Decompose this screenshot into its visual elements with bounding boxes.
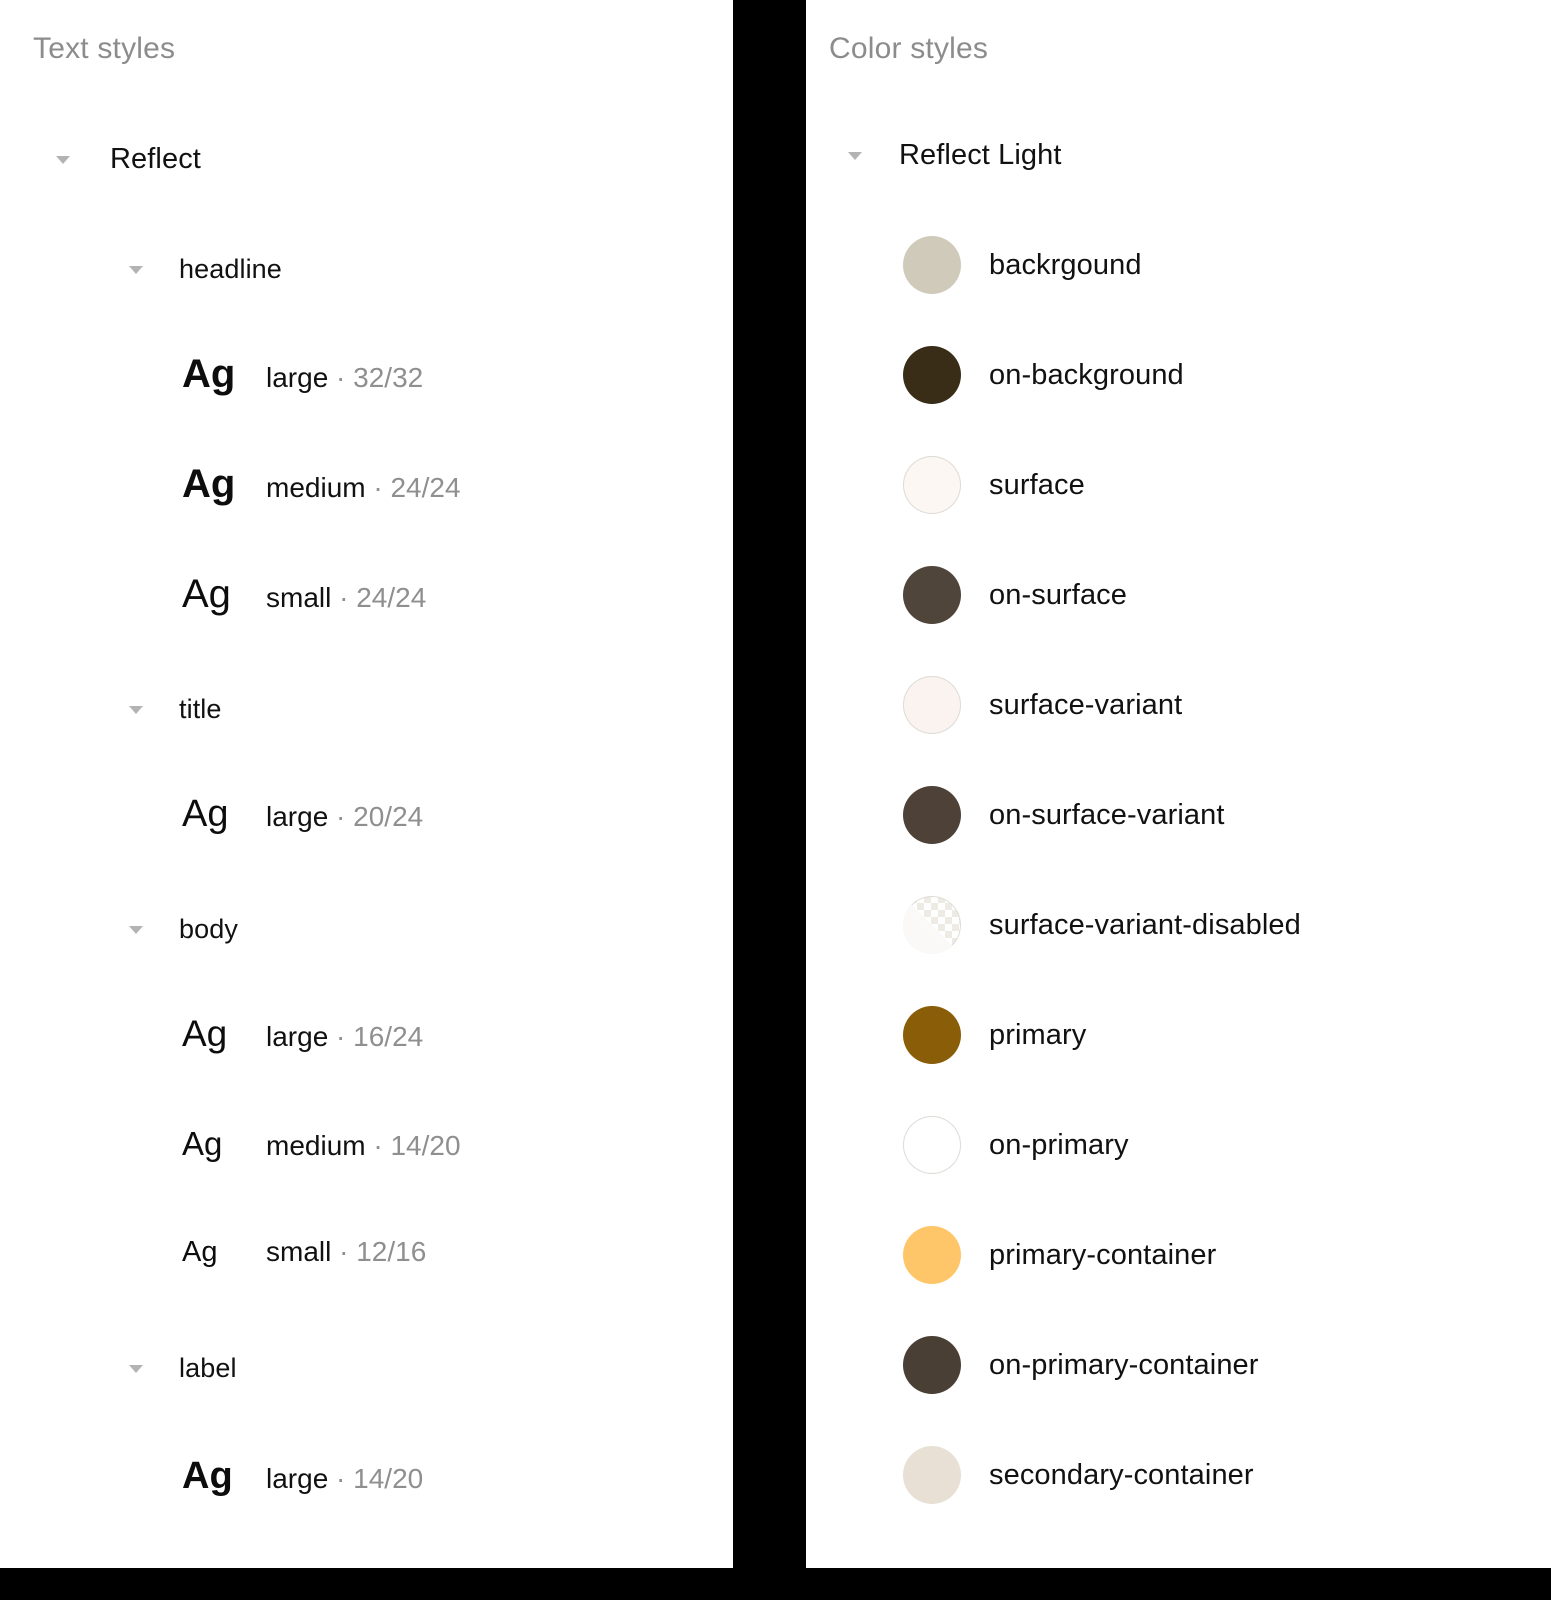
type-sample-ag: Ag [182,1013,228,1054]
color-style-name: on-background [989,358,1184,391]
color-swatch-icon[interactable] [903,1226,961,1284]
text-style-separator: · [336,1021,346,1052]
color-style-row[interactable]: on-surface [903,566,1127,624]
color-style-row[interactable]: primary-container [903,1226,1216,1284]
color-style-name: surface-variant [989,688,1183,721]
text-style-metrics: 14/20 [353,1463,424,1494]
color-style-name: secondary-container [989,1458,1254,1491]
tree-node-reflect[interactable]: Reflect [52,137,201,181]
text-style-metrics: 12/16 [356,1236,427,1267]
text-style-metrics: 20/24 [353,801,424,832]
tree-group-label-group[interactable]: label [125,1346,237,1390]
text-style-item[interactable]: Ag large · 32/32 [182,352,423,397]
text-style-item[interactable]: Ag large · 14/20 [182,1455,423,1498]
color-style-row[interactable]: surface-variant-disabled [903,896,1301,954]
type-sample-ag: Ag [182,352,236,396]
text-style-separator: · [336,362,346,393]
color-swatch-icon[interactable] [903,1446,961,1504]
color-style-row[interactable]: primary [903,1006,1086,1064]
type-sample-ag: Ag [182,572,231,616]
color-swatch-icon[interactable] [903,896,961,954]
text-style-separator: · [336,1463,346,1494]
text-style-name: large [266,362,329,393]
chevron-down-icon[interactable] [52,148,74,170]
text-styles-panel: Text styles Reflect headline Ag large · … [0,0,733,1568]
color-style-row[interactable]: on-primary-container [903,1336,1259,1394]
color-style-name: on-primary [989,1128,1129,1161]
text-style-name: small [266,582,332,613]
type-sample-ag: Ag [182,462,236,506]
text-style-name: small [266,1236,332,1267]
color-styles-panel-title: Color styles [829,32,989,65]
text-style-metrics: 24/24 [356,582,427,613]
color-style-row[interactable]: on-primary [903,1116,1129,1174]
text-style-item[interactable]: Ag large · 16/24 [182,1013,423,1055]
color-style-name: backrgound [989,248,1142,281]
chevron-down-icon[interactable] [844,144,866,166]
color-swatch-icon[interactable] [903,786,961,844]
tree-group-label: label [179,1352,237,1383]
chevron-down-icon[interactable] [125,258,147,280]
text-style-metrics: 14/20 [390,1130,461,1161]
color-style-name: primary [989,1018,1087,1051]
text-styles-panel-title: Text styles [33,32,176,65]
tree-node-label: Reflect Light [899,138,1062,171]
color-style-row[interactable]: on-surface-variant [903,786,1225,844]
color-style-name: surface-variant-disabled [989,908,1301,941]
text-style-separator: · [336,801,346,832]
type-sample-ag: Ag [182,793,229,835]
text-style-metrics: 32/32 [353,362,424,393]
color-style-name: surface [989,468,1085,501]
chevron-down-icon[interactable] [125,1357,147,1379]
color-swatch-icon[interactable] [903,566,961,624]
color-style-row[interactable]: surface-variant [903,676,1182,734]
text-style-name: large [266,1021,329,1052]
color-style-row[interactable]: secondary-container [903,1446,1254,1504]
text-style-name: medium [266,472,366,503]
color-style-row[interactable]: surface [903,456,1085,514]
color-style-row[interactable]: on-background [903,346,1184,404]
color-swatch-icon[interactable] [903,1336,961,1394]
type-sample-ag: Ag [182,1125,223,1162]
text-style-item[interactable]: Ag large · 20/24 [182,793,423,836]
type-sample-ag: Ag [182,1455,233,1497]
color-swatch-icon[interactable] [903,456,961,514]
text-style-name: medium [266,1130,366,1161]
text-style-name: large [266,801,329,832]
tree-group-body[interactable]: body [125,907,238,951]
tree-node-label: Reflect [110,142,201,175]
color-style-name: primary-container [989,1238,1217,1271]
color-style-name: on-surface-variant [989,798,1225,831]
tree-group-headline[interactable]: headline [125,247,282,291]
color-style-row[interactable]: backrgound [903,236,1142,294]
tree-group-label: title [179,693,222,724]
tree-group-title[interactable]: title [125,687,222,731]
text-style-item[interactable]: Ag medium · 14/20 [182,1125,461,1163]
tree-node-reflect-light[interactable]: Reflect Light [844,133,1062,177]
color-styles-panel: Color styles Reflect Light backrgound on-… [806,0,1551,1568]
canvas: Text styles Reflect headline Ag large · … [0,0,1551,1600]
text-style-separator: · [373,1130,383,1161]
color-swatch-icon[interactable] [903,1006,961,1064]
color-style-name: on-primary-container [989,1348,1259,1381]
text-style-metrics: 16/24 [353,1021,424,1052]
text-style-separator: · [373,472,383,503]
color-swatch-icon[interactable] [903,1116,961,1174]
text-style-item[interactable]: Ag small · 12/16 [182,1236,426,1269]
text-style-item[interactable]: Ag medium · 24/24 [182,462,461,507]
color-swatch-icon[interactable] [903,346,961,404]
color-style-name: on-surface [989,578,1128,611]
text-style-metrics: 24/24 [390,472,461,503]
chevron-down-icon[interactable] [125,918,147,940]
color-swatch-icon[interactable] [903,236,961,294]
text-style-name: large [266,1463,329,1494]
chevron-down-icon[interactable] [125,698,147,720]
type-sample-ag: Ag [182,1236,218,1268]
text-style-item[interactable]: Ag small · 24/24 [182,572,426,617]
tree-group-label: headline [179,253,282,284]
color-swatch-icon[interactable] [903,676,961,734]
tree-group-label: body [179,913,238,944]
